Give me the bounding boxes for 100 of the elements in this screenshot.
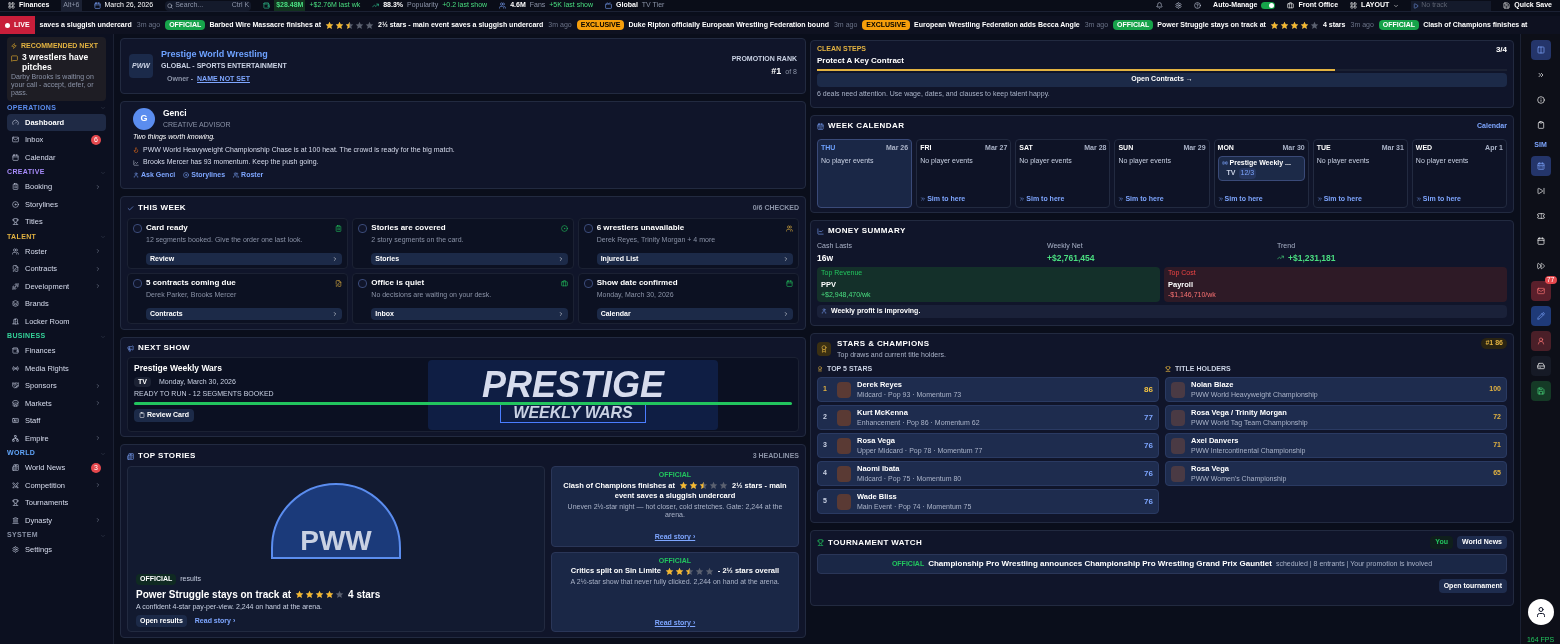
person-icon: [133, 172, 139, 178]
trend-icon: [372, 2, 380, 9]
task-checkbox[interactable]: [583, 223, 593, 233]
check-icon: [127, 204, 134, 212]
auto-manage-switch[interactable]: [1261, 2, 1276, 9]
document-icon: [335, 279, 343, 287]
settings-icon[interactable]: [1175, 2, 1183, 9]
mail-icon: [12, 136, 19, 144]
star-icon: [704, 566, 714, 576]
door-icon: [12, 317, 19, 325]
trophy-icon: [1165, 365, 1171, 372]
panel-title: TOURNAMENT WATCH: [828, 536, 923, 549]
disc-icon: [12, 200, 19, 208]
rail-action-button[interactable]: [1530, 355, 1551, 376]
clipboard-icon: [139, 412, 145, 419]
promotion-name: Prestige World Wrestling: [161, 47, 269, 61]
task-title: Office is quiet: [371, 277, 426, 289]
chevron-icon: [332, 256, 339, 262]
wrestler-avatar: [837, 437, 851, 454]
task-checkbox[interactable]: [358, 223, 368, 233]
star-score: 77: [1144, 411, 1153, 424]
task-checkbox[interactable]: [358, 278, 368, 288]
star-icon: [1269, 20, 1279, 30]
panel-title: STARS & CHAMPIONS: [837, 338, 931, 350]
network-icon: [12, 434, 19, 442]
double-chevron-icon: [1217, 195, 1224, 202]
double-chevron-icon: [920, 195, 927, 202]
newspaper-icon: [127, 452, 134, 460]
task-checkbox[interactable]: [583, 278, 593, 288]
fast-forward-icon: [1536, 261, 1545, 270]
double-chevron-icon: [1415, 195, 1422, 202]
wrestler-avatar: [1171, 409, 1185, 426]
clipboard-icon: [12, 183, 19, 191]
star-icon: [664, 566, 674, 576]
account-button[interactable]: [1527, 599, 1554, 625]
star-score: 76: [1144, 467, 1153, 480]
chevron-icon: [95, 482, 101, 489]
task-title: Stories are covered: [371, 222, 447, 234]
rail-action-button[interactable]: [1530, 330, 1551, 351]
pencil-icon: [1536, 311, 1545, 320]
star-score: 76: [1144, 495, 1153, 508]
store-icon: [12, 399, 19, 407]
calendar-icon: [817, 122, 824, 130]
users-icon: [499, 2, 507, 9]
dumbbell-icon: [12, 282, 19, 290]
document-icon: [12, 265, 19, 273]
chevron-icon: [95, 283, 101, 290]
person-icon: [1536, 336, 1545, 345]
rank-value: #1: [771, 64, 782, 78]
wallet-icon: [263, 2, 271, 9]
trend-icon: [1277, 254, 1284, 262]
live-dot-icon: [5, 22, 10, 28]
help-icon[interactable]: [1194, 2, 1202, 9]
bell-icon[interactable]: [1156, 2, 1164, 9]
star-icon: [694, 566, 704, 576]
wallet-icon: [12, 347, 19, 355]
drive-icon: [1536, 361, 1545, 370]
step-title: Protect A Key Contract: [817, 54, 904, 67]
panel-title: TOP STORIES: [138, 450, 196, 462]
chevron-icon: [557, 256, 564, 262]
wrestler-avatar: [837, 381, 851, 398]
rail-button[interactable]: [1530, 40, 1551, 60]
swords-icon: [12, 481, 19, 489]
money-value: 16w: [817, 251, 834, 265]
wrestler-avatar: [1171, 437, 1185, 454]
star-icon: [709, 481, 719, 490]
star-score: 86: [1144, 383, 1153, 396]
star-score: 76: [1144, 439, 1153, 452]
megaphone-icon: [127, 344, 134, 352]
chevron-icon: [95, 248, 101, 255]
star-icon: [1289, 20, 1299, 30]
chart-icon: [133, 159, 139, 166]
rail-button[interactable]: [1530, 155, 1551, 176]
chevron-icon: [95, 183, 101, 190]
clipboard-icon: [1536, 121, 1545, 129]
caret-icon: [1393, 2, 1400, 9]
wrestler-avatar: [837, 465, 851, 482]
star-icon: [355, 20, 364, 30]
columns-icon: [1536, 46, 1545, 54]
flame-icon: [133, 147, 139, 153]
double-chevron-icon: [1536, 71, 1545, 79]
tv-icon: [605, 2, 613, 9]
chevron-icon: [95, 265, 101, 272]
handshake-icon: [12, 382, 19, 390]
star-icon: [325, 589, 335, 599]
task-checkbox[interactable]: [133, 278, 142, 288]
rail-action-button[interactable]: [1530, 280, 1551, 301]
calendar-icon: [12, 153, 19, 161]
story-headline: Power Struggle stays on track at 4 stars: [136, 587, 382, 602]
task-checkbox[interactable]: [133, 223, 142, 233]
users-icon: [786, 224, 793, 232]
star-icon: [719, 481, 729, 490]
person-icon: [1534, 606, 1547, 618]
target-icon: [560, 224, 568, 232]
chevron-icon: [95, 517, 101, 524]
radio-icon: [12, 364, 19, 372]
grid-icon: [8, 2, 15, 9]
rail-action-button[interactable]: [1530, 380, 1551, 401]
panel-title: NEXT SHOW: [138, 342, 191, 354]
rail-action-button[interactable]: [1530, 305, 1551, 326]
